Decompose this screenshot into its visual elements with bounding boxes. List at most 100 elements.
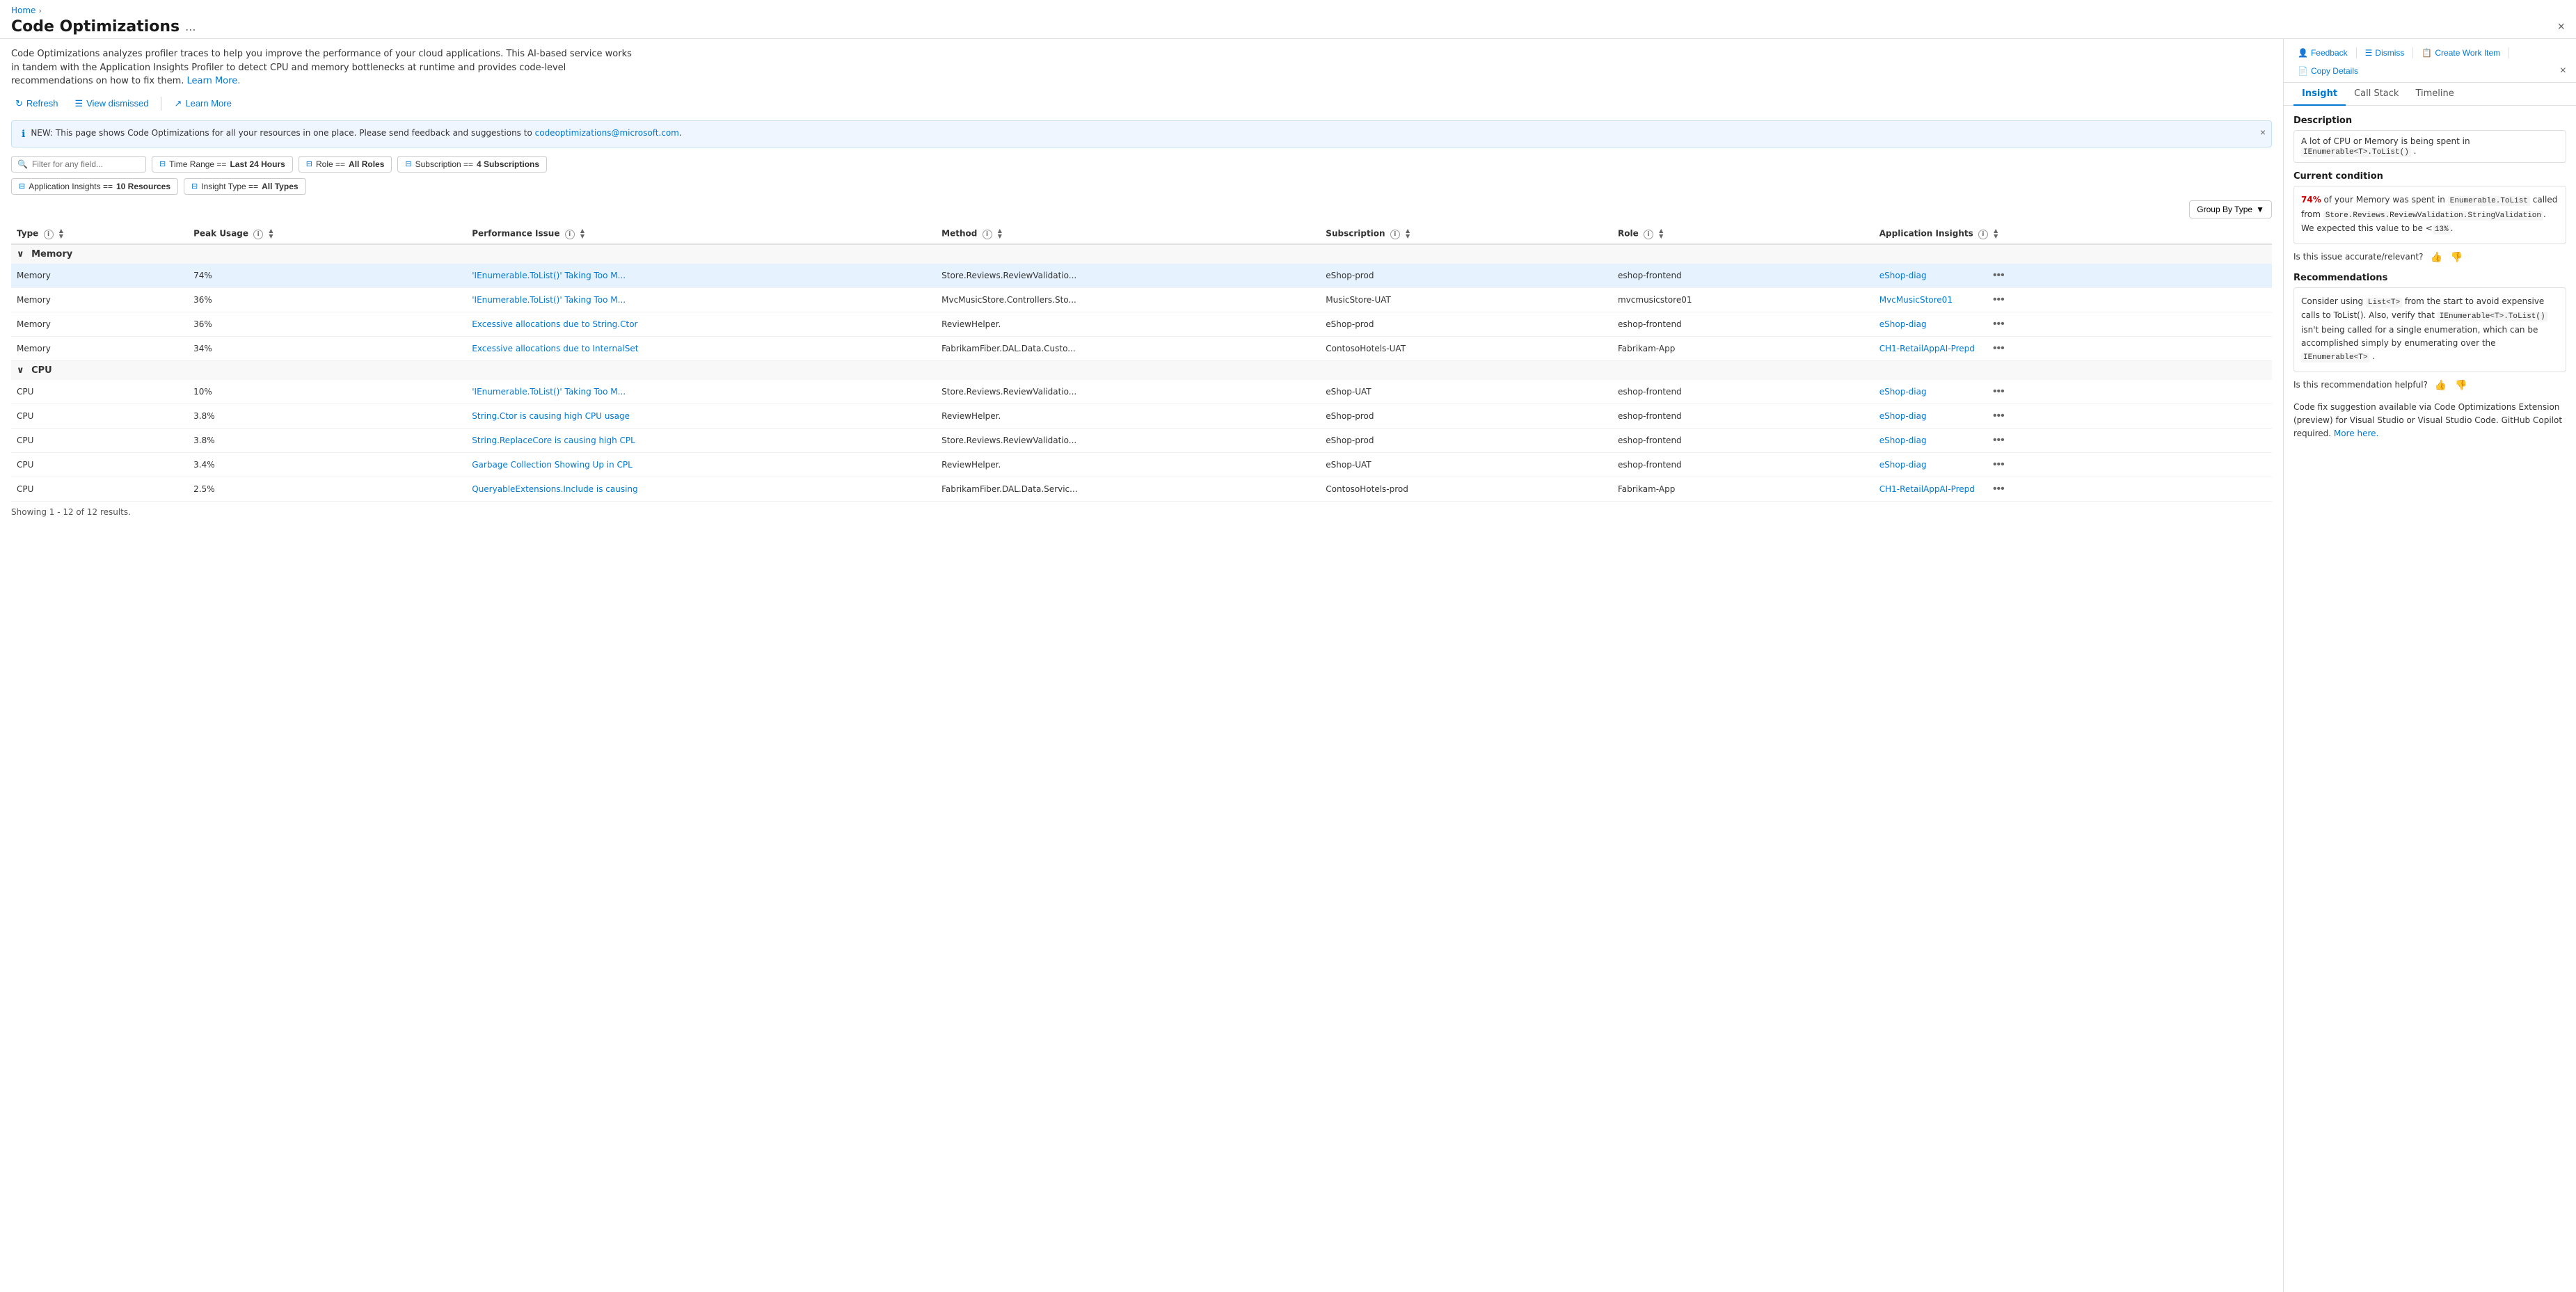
perf-issue-link[interactable]: 'IEnumerable.ToList()' Taking Too M...: [472, 295, 626, 305]
role-filter[interactable]: ⊟ Role == All Roles: [299, 156, 392, 173]
app-insights-link[interactable]: eShop-diag: [1879, 271, 1927, 280]
app-insights-filter[interactable]: ⊟ Application Insights == 10 Resources: [11, 178, 178, 195]
cell-performance-issue[interactable]: Excessive allocations due to InternalSet: [466, 337, 936, 361]
role-info-icon[interactable]: i: [1644, 230, 1653, 239]
close-button[interactable]: ×: [2557, 19, 2565, 34]
refresh-button[interactable]: ↻ Refresh: [11, 95, 62, 112]
app-insights-link[interactable]: CH1-RetailAppAI-Prepd: [1879, 484, 1975, 494]
cell-app-insights[interactable]: MvcMusicStore01 •••: [1874, 288, 2013, 312]
app-insights-link[interactable]: eShop-diag: [1879, 411, 1927, 421]
table-row[interactable]: CPU 3.4% Garbage Collection Showing Up i…: [11, 453, 2272, 477]
search-box[interactable]: 🔍: [11, 156, 146, 173]
peak-usage-info-icon[interactable]: i: [253, 230, 263, 239]
perf-issue-sort[interactable]: ▲▼: [580, 228, 585, 239]
group-row-memory[interactable]: ∨ Memory: [11, 244, 2272, 264]
condition-thumbdown-button[interactable]: 👎: [2449, 250, 2464, 264]
insight-type-filter[interactable]: ⊟ Insight Type == All Types: [184, 178, 306, 195]
perf-issue-link[interactable]: Garbage Collection Showing Up in CPL: [472, 460, 633, 470]
type-sort[interactable]: ▲▼: [59, 228, 63, 239]
table-row[interactable]: Memory 74% 'IEnumerable.ToList()' Taking…: [11, 264, 2272, 288]
perf-issue-link[interactable]: String.Ctor is causing high CPU usage: [472, 411, 630, 421]
app-insights-link[interactable]: eShop-diag: [1879, 319, 1927, 329]
tab-call-stack[interactable]: Call Stack: [2346, 83, 2407, 106]
description-learn-more-link[interactable]: Learn More.: [187, 76, 241, 86]
cell-performance-issue[interactable]: String.Ctor is causing high CPU usage: [466, 404, 936, 429]
table-row[interactable]: CPU 10% 'IEnumerable.ToList()' Taking To…: [11, 380, 2272, 404]
rec-thumbup-button[interactable]: 👍: [2433, 378, 2448, 392]
group-row-cpu[interactable]: ∨ CPU: [11, 361, 2272, 381]
cell-performance-issue[interactable]: 'IEnumerable.ToList()' Taking Too M...: [466, 380, 936, 404]
cell-app-insights[interactable]: eShop-diag •••: [1874, 404, 2013, 428]
cell-performance-issue[interactable]: Excessive allocations due to String.Ctor: [466, 312, 936, 337]
cell-app-insights[interactable]: eShop-diag •••: [1874, 380, 2013, 404]
time-range-filter[interactable]: ⊟ Time Range == Last 24 Hours: [152, 156, 293, 173]
app-insights-link[interactable]: MvcMusicStore01: [1879, 295, 1953, 305]
role-sort[interactable]: ▲▼: [1659, 228, 1663, 239]
banner-close-button[interactable]: ×: [2260, 127, 2266, 138]
collapse-icon[interactable]: ∨: [17, 365, 24, 376]
app-insights-link[interactable]: eShop-diag: [1879, 460, 1927, 470]
create-work-item-button[interactable]: 📋 Create Work Item: [2417, 46, 2504, 60]
toolbar-learn-more-button[interactable]: ↗ Learn More: [170, 95, 235, 112]
table-row[interactable]: Memory 34% Excessive allocations due to …: [11, 337, 2272, 361]
condition-thumbup-button[interactable]: 👍: [2428, 250, 2443, 264]
perf-issue-link[interactable]: QueryableExtensions.Include is causing: [472, 484, 637, 494]
app-insights-link[interactable]: CH1-RetailAppAI-Prepd: [1879, 344, 1975, 353]
table-row[interactable]: CPU 3.8% String.ReplaceCore is causing h…: [11, 429, 2272, 453]
cell-app-insights[interactable]: CH1-RetailAppAI-Prepd •••: [1874, 337, 2013, 360]
cell-app-insights[interactable]: eShop-diag •••: [1874, 429, 2013, 452]
tab-insight[interactable]: Insight: [2293, 83, 2346, 106]
banner-email-link[interactable]: codeoptimizations@microsoft.com: [535, 128, 679, 138]
cell-app-insights[interactable]: eShop-diag •••: [1874, 453, 2013, 477]
table-row[interactable]: CPU 3.8% String.Ctor is causing high CPU…: [11, 404, 2272, 429]
cell-performance-issue[interactable]: QueryableExtensions.Include is causing: [466, 477, 936, 502]
more-here-link[interactable]: More here.: [2334, 429, 2378, 438]
feedback-button[interactable]: 👤 Feedback: [2293, 46, 2352, 60]
type-info-icon[interactable]: i: [44, 230, 54, 239]
row-more-button[interactable]: •••: [1990, 292, 2007, 308]
row-more-button[interactable]: •••: [1990, 408, 2007, 424]
row-more-button[interactable]: •••: [1990, 317, 2007, 332]
row-more-button[interactable]: •••: [1990, 433, 2007, 448]
copy-details-button[interactable]: 📄 Copy Details: [2293, 64, 2362, 78]
row-more-button[interactable]: •••: [1990, 384, 2007, 399]
cell-app-insights[interactable]: eShop-diag •••: [1874, 264, 2013, 287]
table-row[interactable]: Memory 36% Excessive allocations due to …: [11, 312, 2272, 337]
subscription-filter[interactable]: ⊟ Subscription == 4 Subscriptions: [397, 156, 547, 173]
search-input[interactable]: [32, 159, 140, 169]
table-row[interactable]: Memory 36% 'IEnumerable.ToList()' Taking…: [11, 288, 2272, 312]
perf-issue-link[interactable]: 'IEnumerable.ToList()' Taking Too M...: [472, 387, 626, 397]
sub-info-icon[interactable]: i: [1390, 230, 1400, 239]
peak-usage-sort[interactable]: ▲▼: [269, 228, 273, 239]
sub-sort[interactable]: ▲▼: [1406, 228, 1410, 239]
rec-thumbdown-button[interactable]: 👎: [2454, 378, 2468, 392]
cell-performance-issue[interactable]: 'IEnumerable.ToList()' Taking Too M...: [466, 288, 936, 312]
group-by-button[interactable]: Group By Type ▼: [2189, 200, 2272, 218]
perf-issue-link[interactable]: 'IEnumerable.ToList()' Taking Too M...: [472, 271, 626, 280]
view-dismissed-button[interactable]: ☰ View dismissed: [70, 95, 152, 112]
page-options-button[interactable]: ...: [185, 20, 196, 33]
collapse-icon[interactable]: ∨: [17, 249, 24, 260]
right-panel-close-button[interactable]: ×: [2560, 65, 2566, 77]
perf-issue-link[interactable]: Excessive allocations due to String.Ctor: [472, 319, 637, 329]
row-more-button[interactable]: •••: [1990, 457, 2007, 472]
method-sort[interactable]: ▲▼: [998, 228, 1002, 239]
cell-performance-issue[interactable]: String.ReplaceCore is causing high CPL: [466, 429, 936, 453]
cell-performance-issue[interactable]: Garbage Collection Showing Up in CPL: [466, 453, 936, 477]
perf-issue-link[interactable]: String.ReplaceCore is causing high CPL: [472, 436, 635, 445]
app-insights-link[interactable]: eShop-diag: [1879, 436, 1927, 445]
cell-performance-issue[interactable]: 'IEnumerable.ToList()' Taking Too M...: [466, 264, 936, 288]
row-more-button[interactable]: •••: [1990, 268, 2007, 283]
perf-issue-info-icon[interactable]: i: [565, 230, 575, 239]
cell-app-insights[interactable]: CH1-RetailAppAI-Prepd •••: [1874, 477, 2013, 501]
table-row[interactable]: CPU 2.5% QueryableExtensions.Include is …: [11, 477, 2272, 502]
dismiss-button[interactable]: ☰ Dismiss: [2361, 46, 2409, 60]
cell-app-insights[interactable]: eShop-diag •••: [1874, 312, 2013, 336]
method-info-icon[interactable]: i: [983, 230, 992, 239]
ai-info-icon[interactable]: i: [1978, 230, 1988, 239]
app-insights-link[interactable]: eShop-diag: [1879, 387, 1927, 397]
row-more-button[interactable]: •••: [1990, 341, 2007, 356]
tab-timeline[interactable]: Timeline: [2407, 83, 2462, 106]
ai-sort[interactable]: ▲▼: [1994, 228, 1998, 239]
row-more-button[interactable]: •••: [1990, 481, 2007, 497]
